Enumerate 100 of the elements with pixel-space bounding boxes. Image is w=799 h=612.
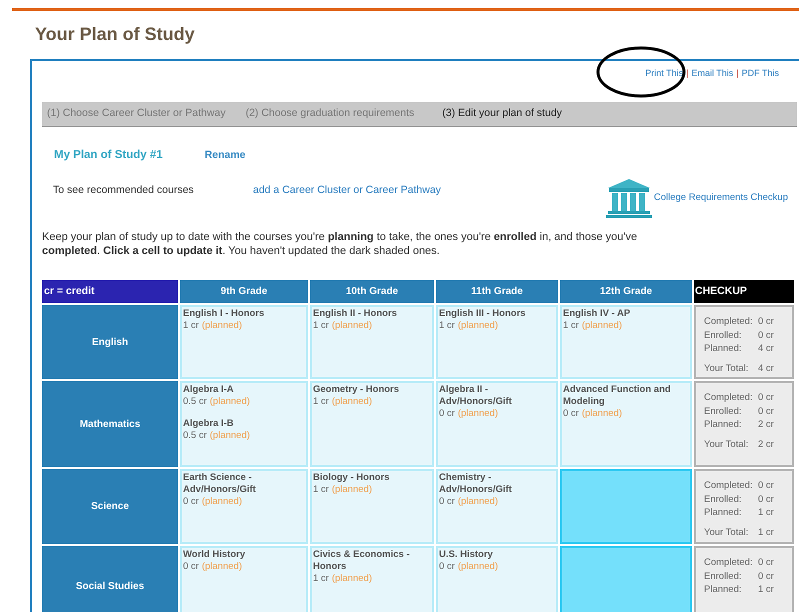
course-cell[interactable]: Civics & Economics - Honors 1 cr (planned) — [310, 546, 434, 612]
course-credits: 0 cr — [439, 496, 455, 508]
course-status: (planned) — [210, 396, 250, 408]
total-label: Your Total: — [704, 438, 750, 452]
course-status: (planned) — [458, 320, 498, 332]
total-value: 2 cr — [758, 438, 774, 452]
course-credits: 1 cr — [439, 320, 455, 332]
course-status: (planned) — [332, 320, 372, 332]
course-status: (planned) — [582, 408, 622, 420]
college-checkup-link[interactable]: College Requirements Checkup — [654, 190, 788, 206]
course-credits: 1 cr — [313, 484, 329, 496]
checkup-value: 0 cr — [758, 404, 774, 418]
course-name: Biology - Honors — [313, 472, 391, 484]
course-status: (planned) — [458, 496, 498, 508]
total-value: 1 cr — [758, 526, 774, 540]
corner-header: cr = credit — [42, 280, 178, 303]
checkup-label: Planned: — [704, 506, 743, 520]
course-name: Earth Science - Adv/Honors/Gift — [183, 472, 257, 496]
course-status: (planned) — [458, 561, 498, 573]
course-cell[interactable]: World History 0 cr (planned) — [180, 546, 308, 612]
checkup-value: 2 cr — [758, 418, 774, 432]
course-status: (planned) — [332, 396, 372, 408]
course-status: (planned) — [202, 496, 242, 508]
subject-cell: Science — [42, 469, 178, 544]
checkup-label: Planned: — [704, 418, 743, 432]
course-name: Algebra II - Adv/Honors/Gift — [439, 384, 513, 408]
column-header: 9th Grade — [180, 280, 308, 303]
instructions-text: Keep your plan of study up to date with the courses you're planning to take, the ones you're enrolled in, and those you've completed. Click a cell to update it. You haven't updated the dark shaded ones. — [42, 231, 638, 258]
total-label: Your Total: — [704, 362, 750, 376]
course-status: (planned) — [210, 430, 250, 442]
subject-cell: English — [42, 305, 178, 379]
checkup-value: 0 cr — [758, 556, 774, 570]
checkup-value: 4 cr — [758, 342, 774, 356]
course-cell[interactable]: Earth Science - Adv/Honors/Gift 0 cr (planned) — [180, 469, 308, 544]
subject-cell: Mathematics — [42, 381, 178, 467]
checkup-label: Planned: — [704, 583, 743, 596]
checkup-value: 0 cr — [758, 479, 774, 492]
course-name: Chemistry - Adv/Honors/Gift — [439, 472, 513, 496]
course-credits: 0.5 cr — [183, 430, 207, 442]
course-name: Geometry - Honors — [313, 384, 400, 396]
share-link[interactable]: PDF This — [742, 67, 779, 81]
course-credits: 0 cr — [439, 561, 455, 573]
subject-cell: Social Studies — [42, 546, 178, 612]
course-cell[interactable]: English I - Honors 1 cr (planned) — [180, 305, 308, 379]
course-cell[interactable]: Chemistry - Adv/Honors/Gift 0 cr (planned) — [436, 469, 558, 544]
course-name: English IV - AP — [563, 308, 632, 320]
course-credits: 1 cr — [313, 320, 329, 332]
course-credits: 1 cr — [563, 320, 579, 332]
course-cell[interactable]: Geometry - Honors 1 cr (planned) — [310, 381, 434, 467]
total-label: Your Total: — [704, 526, 750, 540]
course-cell[interactable]: English II - Honors 1 cr (planned) — [310, 305, 434, 379]
checkup-label: Completed: — [704, 556, 754, 570]
checkup-label: Completed: — [704, 391, 754, 404]
course-status: (planned) — [202, 320, 242, 332]
checkup-value: 1 cr — [758, 583, 774, 596]
checkup-value: 0 cr — [758, 391, 774, 404]
course-credits: 0 cr — [439, 408, 455, 420]
column-header: 10th Grade — [310, 280, 434, 303]
checkup-label: Completed: — [704, 479, 754, 492]
course-name: U.S. History — [439, 549, 494, 561]
checkup-value: 0 cr — [758, 315, 774, 328]
checkup-label: Planned: — [704, 342, 743, 356]
checkup-label: Enrolled: — [704, 492, 742, 506]
course-status: (planned) — [582, 320, 622, 332]
checkup-header: CHECKUP — [694, 280, 794, 303]
checkup-value: 0 cr — [758, 492, 774, 506]
course-cell[interactable]: English III - Honors 1 cr (planned) — [436, 305, 558, 379]
total-value: 4 cr — [758, 362, 774, 376]
course-credits: 0 cr — [183, 561, 199, 573]
checkup-label: Enrolled: — [704, 328, 742, 342]
link-separator: | — [686, 67, 688, 80]
checkup-label: Completed: — [704, 315, 754, 328]
course-cell[interactable]: U.S. History 0 cr (planned) — [436, 546, 558, 612]
course-cell[interactable]: Algebra II - Adv/Honors/Gift 0 cr (planned) — [436, 381, 558, 467]
course-cell[interactable]: Algebra I-A 0.5 cr (planned) Algebra I-B 0.5 cr (planned) — [180, 381, 308, 467]
course-credits: 1 cr — [313, 573, 329, 585]
recommend-text: To see recommended courses — [53, 183, 195, 198]
column-header: 11th Grade — [436, 280, 558, 303]
course-cell[interactable]: English IV - AP 1 cr (planned) — [560, 305, 692, 379]
course-name: English III - Honors — [439, 308, 527, 320]
course-cell[interactable]: Biology - Honors 1 cr (planned) — [310, 469, 434, 544]
page-title: Your Plan of Study — [35, 23, 196, 45]
checkup-value: 0 cr — [758, 328, 774, 342]
course-status: (planned) — [458, 408, 498, 420]
rename-link[interactable]: Rename — [204, 148, 246, 164]
column-header: 12th Grade — [560, 280, 692, 303]
share-link[interactable]: Print This — [645, 67, 684, 81]
step-tab[interactable]: (3) Edit your plan of study — [442, 106, 562, 122]
course-credits: 1 cr — [183, 320, 199, 332]
link-separator: | — [736, 67, 739, 80]
plan-name: My Plan of Study #1 — [54, 148, 163, 164]
course-name: English I - Honors — [183, 308, 266, 320]
course-cell[interactable]: Advanced Function and Modeling 0 cr (planned) — [560, 381, 692, 467]
course-status: (planned) — [332, 573, 372, 585]
checkup-label: Enrolled: — [704, 570, 742, 583]
career-link[interactable]: add a Career Cluster or Career Pathway — [253, 183, 441, 199]
share-link[interactable]: Email This — [691, 67, 734, 81]
checkup-value: 1 cr — [758, 506, 774, 520]
course-name: Advanced Function and Modeling — [563, 384, 672, 408]
course-credits: 0.5 cr — [183, 396, 207, 408]
